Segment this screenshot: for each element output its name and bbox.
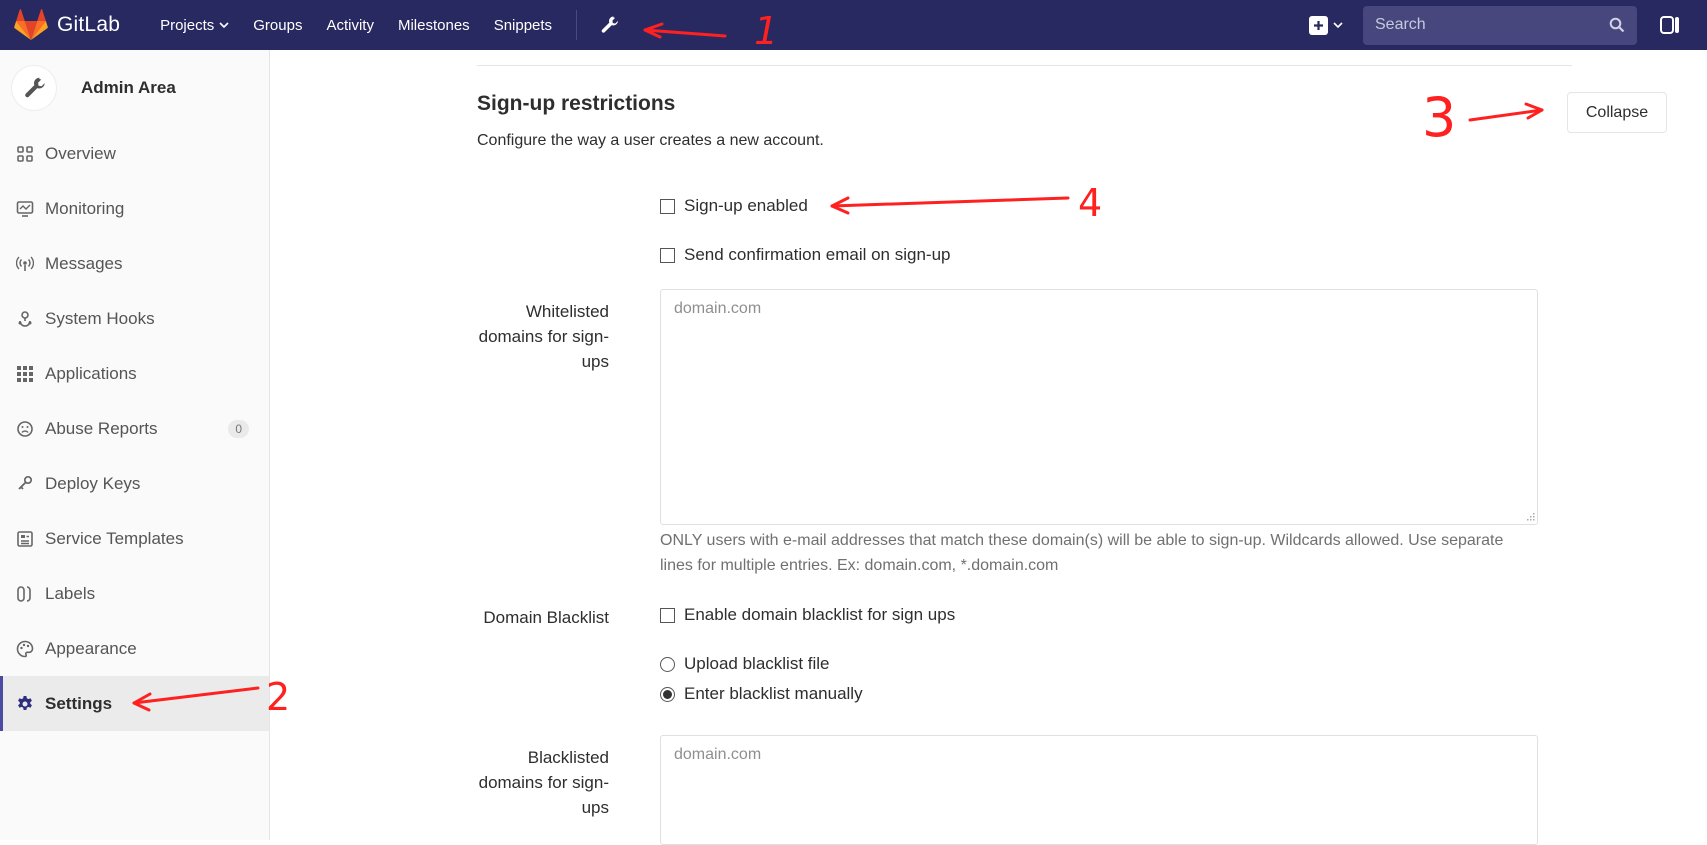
whitelist-domains-textarea[interactable]: [660, 289, 1538, 525]
blacklisted-domains-textarea[interactable]: [660, 735, 1538, 845]
signup-enabled-option[interactable]: Sign-up enabled: [660, 196, 808, 216]
whitelist-label: Whitelisted domains for sign- ups: [479, 299, 609, 374]
palette-icon: [16, 640, 34, 657]
domain-blacklist-label: Domain Blacklist: [483, 608, 609, 627]
upload-blacklist-radio[interactable]: [660, 656, 675, 672]
upload-blacklist-option[interactable]: Upload blacklist file: [660, 654, 830, 674]
wrench-icon: [25, 77, 45, 98]
blacklisted-label-line: domains for sign-: [478, 773, 609, 792]
gear-icon: [18, 695, 32, 710]
sidebar-item-label: Monitoring: [45, 198, 125, 218]
wrench-icon[interactable]: [599, 15, 619, 35]
send-confirmation-checkbox[interactable]: [660, 247, 675, 263]
whitelist-label-line: domains for sign-: [478, 327, 609, 346]
sidebar-item-overview[interactable]: Overview: [0, 126, 269, 181]
chevron-down-icon: [219, 22, 229, 29]
sidebar-item-labels[interactable]: Labels: [0, 566, 269, 621]
sidebar-item-applications[interactable]: Applications: [0, 346, 269, 401]
manual-blacklist-label: Enter blacklist manually: [684, 684, 863, 703]
signup-enabled-label: Sign-up enabled: [684, 196, 808, 215]
monitor-icon: [16, 200, 34, 217]
upload-blacklist-label: Upload blacklist file: [684, 654, 830, 673]
sidebar-title: Admin Area: [81, 78, 176, 97]
sidebar-item-system-hooks[interactable]: System Hooks: [0, 291, 269, 346]
key-icon: [18, 475, 33, 490]
hook-icon: [18, 310, 32, 327]
signup-enabled-checkbox[interactable]: [660, 198, 675, 214]
admin-avatar: [11, 65, 57, 111]
sidebar-item-service-templates[interactable]: Service Templates: [0, 511, 269, 566]
nav-projects[interactable]: Projects: [160, 17, 229, 34]
labels-icon: [17, 585, 31, 602]
whitelist-label-line: Whitelisted: [525, 302, 609, 321]
nav-projects-label: Projects: [160, 16, 215, 34]
sidebar-item-label: Settings: [45, 693, 113, 713]
brand-name: GitLab: [57, 13, 121, 36]
sidebar-item-label: Deploy Keys: [45, 473, 141, 493]
sidebar-item-label: Labels: [45, 583, 96, 603]
collapse-button[interactable]: Collapse: [1567, 92, 1667, 133]
enable-blacklist-checkbox[interactable]: [660, 607, 675, 623]
section-description: Configure the way a user creates a new a…: [477, 132, 824, 149]
enable-blacklist-option[interactable]: Enable domain blacklist for sign ups: [660, 605, 955, 625]
chevron-down-icon: [1333, 22, 1343, 29]
enable-blacklist-label: Enable domain blacklist for sign ups: [684, 605, 956, 624]
sidebar-item-label: Overview: [45, 143, 116, 163]
new-dropdown-button[interactable]: [1309, 15, 1343, 35]
sidebar-item-label: Messages: [45, 253, 123, 273]
section-divider: [477, 65, 1572, 66]
nav-milestones[interactable]: Milestones: [398, 17, 470, 34]
whitelist-help-text: ONLY users with e-mail addresses that ma…: [660, 532, 1504, 574]
top-navbar: GitLab Projects Groups Activity Mileston…: [0, 0, 1707, 50]
grid-icon: [17, 145, 33, 162]
sidebar-item-label: Service Templates: [45, 528, 184, 548]
plus-square-icon: [1309, 15, 1328, 35]
abuse-reports-count-badge: 0: [228, 419, 249, 438]
apps-grid-icon: [17, 365, 33, 382]
blacklisted-label-line: Blacklisted: [527, 748, 609, 767]
resize-grip-icon[interactable]: [1527, 513, 1535, 521]
manual-blacklist-radio[interactable]: [660, 686, 675, 702]
main-content: Sign-up restrictions Configure the way a…: [271, 50, 1707, 845]
send-confirmation-option[interactable]: Send confirmation email on sign-up: [660, 245, 950, 265]
template-icon: [17, 530, 33, 547]
broadcast-icon: [16, 256, 34, 271]
sidebar-item-settings[interactable]: Settings: [0, 676, 269, 731]
search-box[interactable]: [1363, 5, 1637, 45]
sidebar-item-label: System Hooks: [45, 308, 155, 328]
sidebar-header[interactable]: Admin Area: [0, 50, 269, 126]
search-input[interactable]: [1375, 16, 1585, 34]
sidebar-item-deploy-keys[interactable]: Deploy Keys: [0, 456, 269, 511]
sidebar-item-abuse-reports[interactable]: Abuse Reports 0: [0, 401, 269, 456]
whitelist-label-line: ups: [581, 352, 609, 371]
sidebar-item-messages[interactable]: Messages: [0, 236, 269, 291]
section-title: Sign-up restrictions: [477, 92, 676, 115]
manual-blacklist-option[interactable]: Enter blacklist manually: [660, 684, 863, 704]
nav-divider: [576, 10, 578, 40]
sidebar-item-label: Appearance: [45, 638, 137, 658]
send-confirmation-label: Send confirmation email on sign-up: [684, 245, 951, 264]
nav-activity[interactable]: Activity: [326, 17, 374, 34]
blacklisted-label-line: ups: [581, 798, 609, 817]
sidebar-item-label: Abuse Reports: [45, 418, 158, 438]
sidebar-item-monitoring[interactable]: Monitoring: [0, 181, 269, 236]
blacklisted-domains-label: Blacklisted domains for sign- ups: [479, 745, 609, 820]
admin-sidebar: Admin Area Overview Monitoring Messages …: [0, 50, 270, 840]
sidebar-item-appearance[interactable]: Appearance: [0, 621, 269, 676]
frown-icon: [17, 420, 33, 437]
issues-icon[interactable]: [1659, 14, 1681, 36]
brand-link[interactable]: GitLab: [14, 9, 120, 41]
search-icon: [1609, 17, 1625, 33]
gitlab-logo-icon: [14, 9, 48, 41]
sidebar-item-label: Applications: [45, 363, 137, 383]
nav-groups[interactable]: Groups: [253, 17, 302, 34]
nav-snippets[interactable]: Snippets: [494, 17, 552, 34]
